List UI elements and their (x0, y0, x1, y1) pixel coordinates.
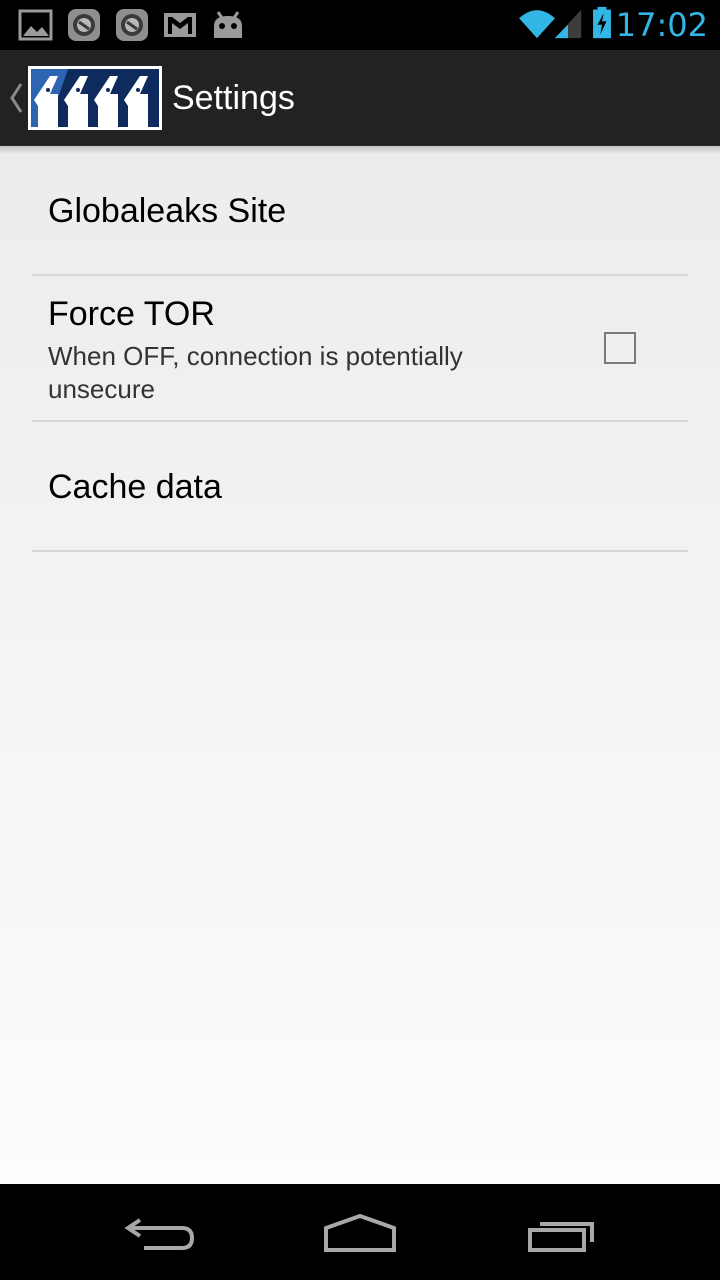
pref-summary: When OFF, connection is potentially unse… (48, 341, 463, 404)
pref-cache-data[interactable]: Cache data (32, 422, 688, 550)
force-tor-checkbox[interactable] (604, 332, 636, 364)
app-badge-icon (116, 9, 148, 41)
up-caret-icon[interactable] (8, 80, 24, 116)
back-icon[interactable] (110, 1202, 210, 1262)
recents-icon[interactable] (510, 1202, 610, 1262)
page-title: Settings (172, 79, 295, 117)
gmail-icon (164, 13, 196, 37)
pref-title: Cache data (48, 468, 222, 506)
action-bar: Settings (0, 50, 720, 146)
status-bar: 17:02 (0, 0, 720, 50)
preferences-list: Globaleaks Site Force TOR When OFF, conn… (0, 146, 720, 1184)
signal-icon (554, 9, 582, 39)
pref-title: Globaleaks Site (48, 192, 287, 230)
pref-force-tor[interactable]: Force TOR When OFF, connection is potent… (32, 276, 688, 420)
divider (32, 550, 688, 552)
clock: 17:02 (615, 6, 708, 44)
gallery-icon (18, 9, 53, 41)
globaleaks-logo[interactable] (28, 66, 162, 130)
android-icon (214, 11, 242, 38)
pref-globaleaks-site[interactable]: Globaleaks Site (32, 146, 688, 274)
pref-title: Force TOR (48, 295, 215, 333)
battery-charging-icon (593, 6, 611, 39)
home-icon[interactable] (310, 1202, 410, 1262)
app-badge-icon (68, 9, 100, 41)
navigation-bar (0, 1184, 720, 1280)
